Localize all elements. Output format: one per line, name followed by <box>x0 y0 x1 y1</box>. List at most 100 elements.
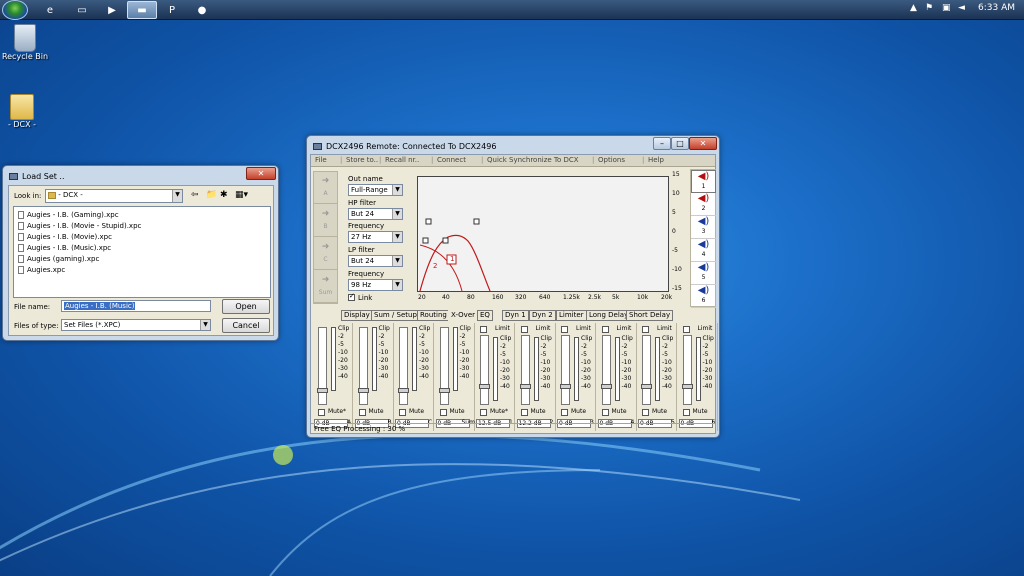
chevron-down-icon[interactable]: ▼ <box>392 280 402 290</box>
network-icon[interactable]: ▣ <box>942 3 951 13</box>
volume-icon[interactable]: ◄ <box>958 3 965 13</box>
cancel-button[interactable]: Cancel <box>222 318 270 333</box>
close-button[interactable]: ✕ <box>689 137 717 150</box>
tab-x-over[interactable]: X-Over <box>448 310 479 321</box>
recycle-bin[interactable]: Recycle Bin <box>0 24 55 61</box>
menu-item-quick-synchronize-to-dcx[interactable]: Quick Synchronize To DCX <box>487 155 579 166</box>
menu-item-recall-nr[interactable]: Recall nr.. <box>385 155 419 166</box>
gain-fader[interactable] <box>398 327 409 405</box>
limit-checkbox[interactable] <box>682 326 690 333</box>
output-button-3[interactable]: ◀) 3 <box>691 216 716 239</box>
tab-dyn-1[interactable]: Dyn 1 <box>502 310 529 321</box>
fader-knob[interactable] <box>317 388 328 393</box>
tab-display[interactable]: Display <box>341 310 373 321</box>
chevron-down-icon[interactable]: ▼ <box>200 320 210 330</box>
file-item[interactable]: Augies - I.B. (Movie - Stupid).xpc <box>18 221 266 232</box>
tab-sum-setup[interactable]: Sum / Setup <box>371 310 420 321</box>
mute-checkbox[interactable] <box>601 409 609 416</box>
gain-fader[interactable] <box>357 327 369 405</box>
menu-item-file[interactable]: File <box>315 155 327 166</box>
tab-routing[interactable]: Routing <box>417 310 450 321</box>
file-item[interactable]: Augies - I.B. (Music).xpc <box>18 243 266 254</box>
limit-checkbox[interactable] <box>561 326 568 333</box>
limit-checkbox[interactable] <box>601 326 609 333</box>
link-checkbox[interactable]: ✓ <box>348 292 355 301</box>
flag-icon[interactable]: ⚑ <box>925 3 933 13</box>
media-player-icon[interactable]: ▶ <box>97 1 127 19</box>
menu-item-help[interactable]: Help <box>648 155 664 166</box>
hp-filter-combo[interactable]: But 24 ▼ <box>348 208 403 220</box>
gain-fader[interactable] <box>600 335 612 405</box>
file-type-combo[interactable]: Set Files (*.XPC) ▼ <box>61 319 211 331</box>
gain-fader[interactable] <box>317 327 328 405</box>
ie-icon[interactable]: e <box>35 1 65 19</box>
dialog-close-button[interactable]: ✕ <box>246 167 276 180</box>
mute-checkbox[interactable] <box>682 409 690 416</box>
new-folder-icon[interactable]: ✱ <box>220 190 228 200</box>
minimize-button[interactable]: – <box>653 137 671 150</box>
output-button-1[interactable]: ◀) 1 <box>691 170 716 193</box>
mute-checkbox[interactable] <box>358 409 366 416</box>
fader-knob[interactable] <box>438 388 450 393</box>
start-button[interactable] <box>2 0 28 20</box>
input-button-sum[interactable]: ➜ Sum <box>314 271 337 303</box>
lp-filter-combo[interactable]: But 24 ▼ <box>348 255 403 267</box>
input-button-c[interactable]: ➜ C <box>314 238 337 270</box>
dcx-taskbar-button[interactable]: ▬ <box>127 1 157 19</box>
out-name-combo[interactable]: Full-Range ▼ <box>348 184 403 196</box>
record-icon[interactable]: ● <box>187 1 217 19</box>
chevron-down-icon[interactable]: ▼ <box>172 190 182 202</box>
mute-checkbox[interactable] <box>561 409 568 416</box>
tab-dyn-2[interactable]: Dyn 2 <box>529 310 556 321</box>
output-button-4[interactable]: ◀) 4 <box>691 239 716 262</box>
mute-checkbox[interactable] <box>480 409 487 416</box>
menu-item-store-to[interactable]: Store to.. <box>346 155 378 166</box>
open-button[interactable]: Open <box>222 299 270 314</box>
chevron-down-icon[interactable]: ▼ <box>392 185 402 195</box>
tab-eq[interactable]: EQ <box>477 310 493 321</box>
tab-short-delay[interactable]: Short Delay <box>626 310 674 321</box>
chevron-down-icon[interactable]: ▼ <box>392 256 402 266</box>
gain-fader[interactable] <box>519 335 531 405</box>
view-menu-icon[interactable]: ▦▾ <box>235 190 248 200</box>
mute-checkbox[interactable] <box>439 409 447 416</box>
gain-fader[interactable] <box>479 335 490 405</box>
output-button-5[interactable]: ◀) 5 <box>691 262 716 285</box>
chevron-down-icon[interactable]: ▼ <box>392 232 402 242</box>
maximize-button[interactable]: □ <box>671 137 689 150</box>
dcx-folder[interactable]: - DCX - <box>0 94 52 129</box>
fader-knob[interactable] <box>641 384 652 389</box>
handle-mid[interactable] <box>473 218 480 225</box>
hp-frequency-combo[interactable]: 27 Hz ▼ <box>348 231 403 243</box>
mute-checkbox[interactable] <box>399 409 406 416</box>
tray-arrow-icon[interactable]: ▲ <box>910 3 917 13</box>
look-in-combo[interactable]: - DCX - ▼ <box>45 189 183 203</box>
mute-checkbox[interactable] <box>642 409 649 416</box>
input-button-a[interactable]: ➜ A <box>314 172 337 204</box>
input-button-b[interactable]: ➜ B <box>314 205 337 237</box>
fader-knob[interactable] <box>681 384 693 389</box>
fader-knob[interactable] <box>479 384 490 389</box>
limit-checkbox[interactable] <box>642 326 649 333</box>
explorer-icon[interactable]: ▭ <box>67 1 97 19</box>
lp-frequency-combo[interactable]: 98 Hz ▼ <box>348 279 403 291</box>
app-p-icon[interactable]: P <box>157 1 187 19</box>
file-item[interactable]: Augies - I.B. (Gaming).xpc <box>18 210 266 221</box>
clock[interactable]: 6:33 AM <box>978 3 1015 13</box>
fader-knob[interactable] <box>519 384 531 389</box>
back-icon[interactable]: ⇦ <box>191 190 199 200</box>
gain-fader[interactable] <box>641 335 652 405</box>
limit-checkbox[interactable] <box>520 326 528 333</box>
chevron-down-icon[interactable]: ▼ <box>392 209 402 219</box>
tab-limiter[interactable]: Limiter <box>556 310 587 321</box>
fader-knob[interactable] <box>357 388 369 393</box>
handle-b[interactable] <box>442 237 449 244</box>
fader-knob[interactable] <box>398 388 409 393</box>
output-button-2[interactable]: ◀) 2 <box>691 193 716 216</box>
menu-item-connect[interactable]: Connect <box>437 155 466 166</box>
mute-checkbox[interactable] <box>318 409 325 416</box>
file-item[interactable]: Augies (gaming).xpc <box>18 254 266 265</box>
file-item[interactable]: Augies.xpc <box>18 265 266 276</box>
limit-checkbox[interactable] <box>480 326 487 333</box>
up-folder-icon[interactable]: 📁 <box>206 190 217 200</box>
